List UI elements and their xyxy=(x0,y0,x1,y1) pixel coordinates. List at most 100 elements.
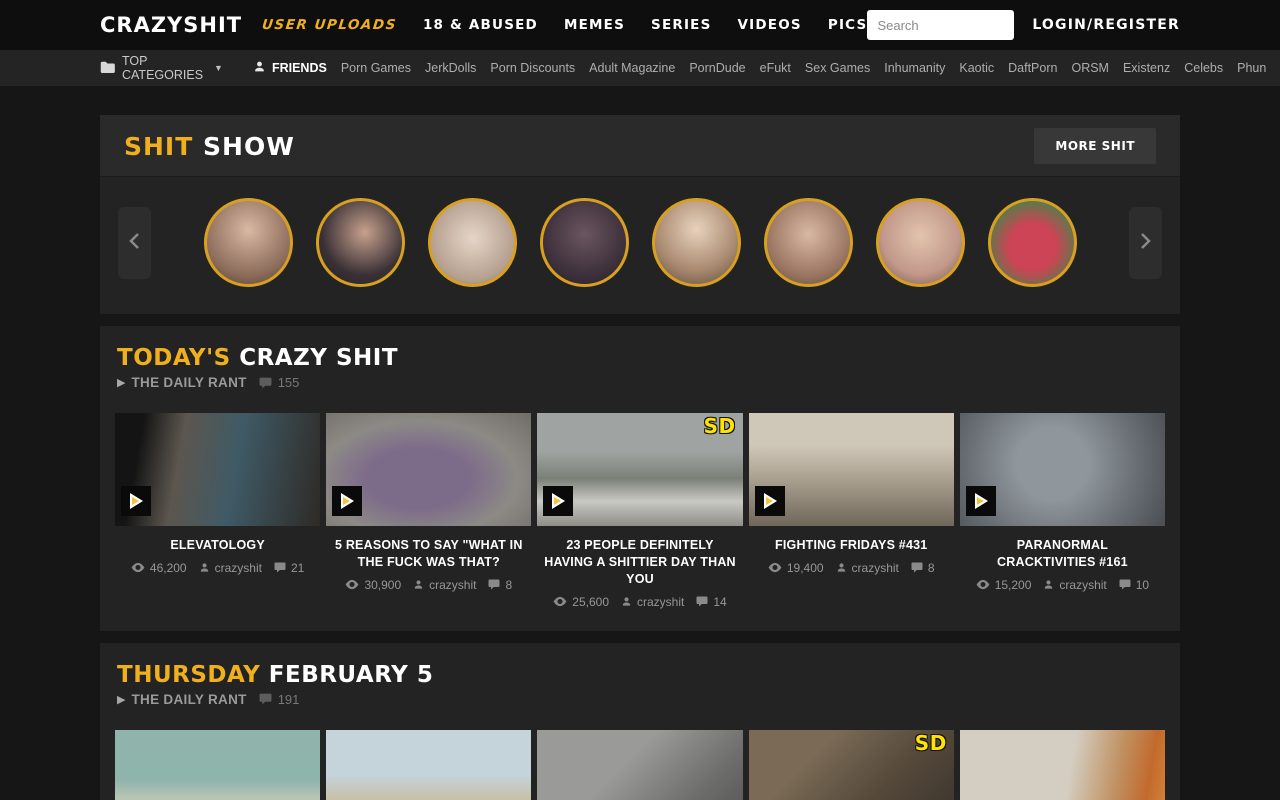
video-meta: 30,900 crazyshit 8 xyxy=(326,578,531,592)
nav-item[interactable]: PICS xyxy=(828,17,868,33)
video-thumbnail[interactable]: SD xyxy=(749,730,954,800)
video-meta: 46,200 crazyshit 21 xyxy=(115,561,320,575)
avatar-carousel xyxy=(100,177,1180,314)
play-button[interactable] xyxy=(121,486,151,516)
video-card[interactable] xyxy=(537,730,742,800)
comment-icon xyxy=(259,693,272,705)
view-count: 46,200 xyxy=(150,561,187,575)
author-name[interactable]: crazyshit xyxy=(429,578,476,592)
eye-icon xyxy=(553,596,567,607)
play-button[interactable] xyxy=(332,486,362,516)
nav-item[interactable]: MEMES xyxy=(564,17,625,33)
user-icon xyxy=(1043,579,1054,590)
subnav-link[interactable]: Celebs xyxy=(1184,61,1223,75)
subnav-link[interactable]: Kaotic xyxy=(959,61,994,75)
video-thumbnail[interactable] xyxy=(749,413,954,526)
video-card[interactable] xyxy=(960,730,1165,800)
video-card[interactable]: 5 REASONS TO SAY "WHAT IN THE FUCK WAS T… xyxy=(326,413,531,609)
site-logo[interactable]: CRAZYSHIT xyxy=(100,13,242,37)
nav-item[interactable]: USER UPLOADS xyxy=(261,17,398,33)
carousel-prev-button[interactable] xyxy=(118,207,151,279)
user-icon xyxy=(836,562,847,573)
comment-count: 8 xyxy=(928,561,935,575)
login-register-link[interactable]: LOGIN/REGISTER xyxy=(1032,17,1180,33)
video-card[interactable] xyxy=(115,730,320,800)
video-thumbnail[interactable] xyxy=(960,730,1165,800)
subnav-link[interactable]: eFukt xyxy=(760,61,791,75)
subnav-link[interactable]: Porn Discounts xyxy=(490,61,575,75)
carousel-avatar[interactable] xyxy=(204,198,293,287)
subnav-link[interactable]: Porn Games xyxy=(341,61,411,75)
author-name[interactable]: crazyshit xyxy=(215,561,262,575)
daily-rant-link[interactable]: THE DAILY RANT xyxy=(131,375,246,390)
carousel-avatar[interactable] xyxy=(316,198,405,287)
carousel-avatar[interactable] xyxy=(540,198,629,287)
subnav-link[interactable]: Inhumanity xyxy=(884,61,945,75)
chevron-left-icon xyxy=(129,232,140,253)
subnav-link[interactable]: Phun xyxy=(1237,61,1266,75)
nav-item[interactable]: 18 & ABUSED xyxy=(423,17,538,33)
author-name[interactable]: crazyshit xyxy=(1059,578,1106,592)
carousel-avatar[interactable] xyxy=(988,198,1077,287)
video-thumbnail[interactable] xyxy=(115,730,320,800)
comment-count: 8 xyxy=(505,578,512,592)
video-title[interactable]: 23 PEOPLE DEFINITELY HAVING A SHITTIER D… xyxy=(537,537,742,588)
video-title[interactable]: FIGHTING FRIDAYS #431 xyxy=(749,537,954,554)
view-count: 30,900 xyxy=(364,578,401,592)
video-card[interactable]: SD xyxy=(749,730,954,800)
comment-icon xyxy=(259,377,272,389)
play-button[interactable] xyxy=(755,486,785,516)
top-categories-label: TOP CATEGORIES xyxy=(122,54,203,82)
comment-icon xyxy=(274,562,286,573)
more-shit-button[interactable]: MORE SHIT xyxy=(1034,128,1156,164)
subnav-link[interactable]: ORSM xyxy=(1071,61,1109,75)
video-meta: 25,600 crazyshit 14 xyxy=(537,595,742,609)
subnav-link[interactable]: PornDude xyxy=(689,61,745,75)
topbar: CRAZYSHIT USER UPLOADS 18 & ABUSED MEMES… xyxy=(0,0,1280,50)
video-card[interactable]: PARANORMAL CRACKTIVITIES #161 15,200 xyxy=(960,413,1165,609)
chevron-right-icon xyxy=(1140,232,1151,253)
video-card[interactable]: FIGHTING FRIDAYS #431 19,400 xyxy=(749,413,954,609)
comment-count: 21 xyxy=(291,561,304,575)
video-card[interactable] xyxy=(326,730,531,800)
video-title[interactable]: PARANORMAL CRACKTIVITIES #161 xyxy=(960,537,1165,571)
author-name[interactable]: crazyshit xyxy=(852,561,899,575)
video-thumbnail[interactable] xyxy=(115,413,320,526)
friends-link[interactable]: FRIENDS xyxy=(253,60,327,76)
video-card[interactable]: ELEVATOLOGY 46,200 xyxy=(115,413,320,609)
play-button[interactable] xyxy=(966,486,996,516)
carousel-avatar[interactable] xyxy=(652,198,741,287)
video-card[interactable]: SD 23 PEOPLE DEFINITELY HAVING A SHITTIE… xyxy=(537,413,742,609)
shit-show-title: SHIT SHOW xyxy=(124,132,295,161)
subnav-link[interactable]: Sex Games xyxy=(805,61,870,75)
play-button[interactable] xyxy=(543,486,573,516)
video-title[interactable]: 5 REASONS TO SAY "WHAT IN THE FUCK WAS T… xyxy=(326,537,531,571)
carousel-avatar[interactable] xyxy=(428,198,517,287)
carousel-avatar[interactable] xyxy=(876,198,965,287)
video-meta: 19,400 crazyshit 8 xyxy=(749,561,954,575)
subnav-link[interactable]: DaftPorn xyxy=(1008,61,1057,75)
search-input[interactable] xyxy=(867,18,1014,33)
nav-item[interactable]: VIDEOS xyxy=(738,17,802,33)
author-name[interactable]: crazyshit xyxy=(637,595,684,609)
nav-item[interactable]: SERIES xyxy=(651,17,712,33)
video-thumbnail[interactable] xyxy=(326,730,531,800)
subnav-link[interactable]: JerkDolls xyxy=(425,61,476,75)
video-thumbnail[interactable] xyxy=(537,730,742,800)
subnav-link[interactable]: Existenz xyxy=(1123,61,1170,75)
play-triangle-icon: ▶ xyxy=(117,693,125,706)
carousel-avatar[interactable] xyxy=(764,198,853,287)
view-count: 19,400 xyxy=(787,561,824,575)
carousel-next-button[interactable] xyxy=(1129,207,1162,279)
daily-rant-link[interactable]: THE DAILY RANT xyxy=(131,692,246,707)
video-thumbnail[interactable] xyxy=(326,413,531,526)
eye-icon xyxy=(976,579,990,590)
subnav-link[interactable]: Adult Magazine xyxy=(589,61,675,75)
section-title: THURSDAY FEBRUARY 5 xyxy=(115,662,1165,688)
video-thumbnail[interactable]: SD xyxy=(537,413,742,526)
video-thumbnail[interactable] xyxy=(960,413,1165,526)
user-icon xyxy=(413,579,424,590)
video-title[interactable]: ELEVATOLOGY xyxy=(115,537,320,554)
top-categories-dropdown[interactable]: TOP CATEGORIES ▼ xyxy=(100,54,223,82)
folder-icon xyxy=(100,61,115,76)
